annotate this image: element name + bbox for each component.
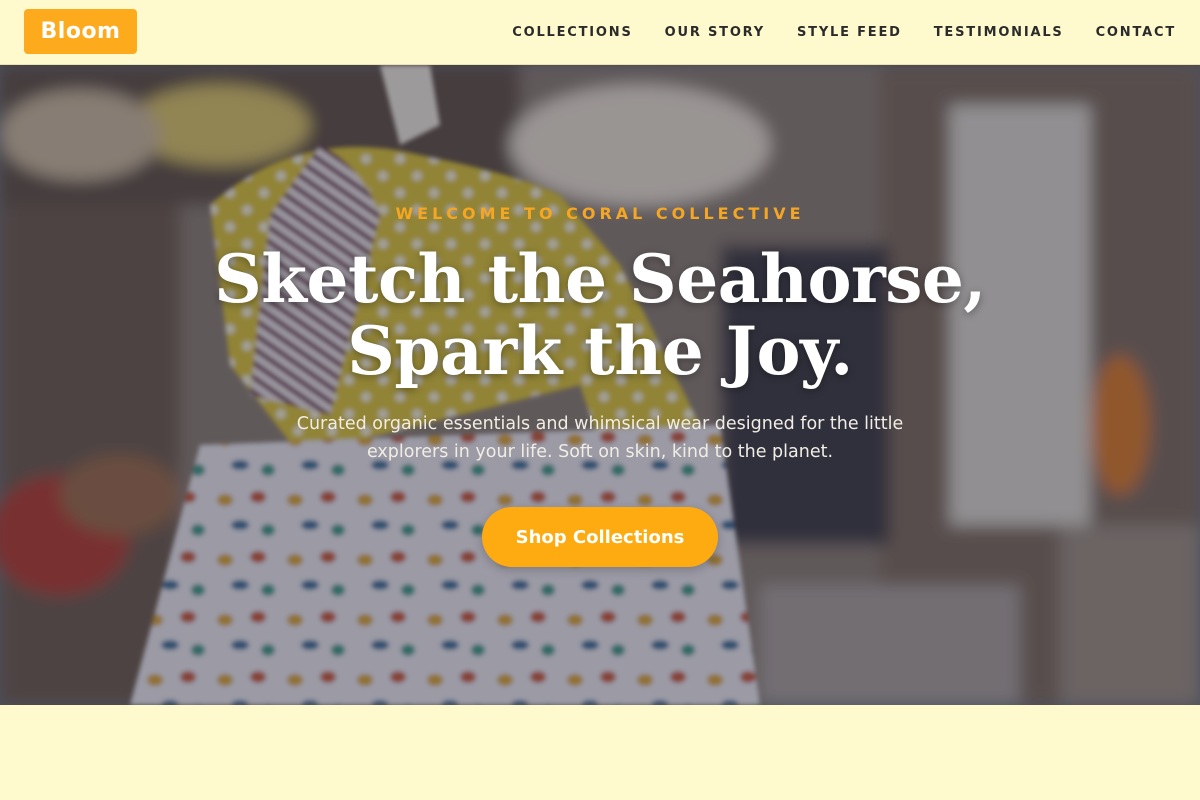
below-hero-section — [0, 705, 1200, 800]
hero-subtext-line2: explorers in your life. Soft on skin, ki… — [366, 442, 834, 462]
nav-item-testimonials[interactable]: TESTIMONIALS — [934, 25, 1064, 40]
hero-headline-line2: Spark the Joy. — [347, 312, 853, 390]
nav-item-collections[interactable]: COLLECTIONS — [512, 25, 632, 40]
hero-eyebrow: WELCOME TO CORAL COLLECTIVE — [395, 204, 805, 223]
hero-headline-line1: Sketch the Seahorse, — [214, 240, 986, 318]
hero-section: WELCOME TO CORAL COLLECTIVE Sketch the S… — [0, 65, 1200, 705]
main-nav: COLLECTIONS OUR STORY STYLE FEED TESTIMO… — [512, 0, 1176, 65]
nav-item-our-story[interactable]: OUR STORY — [665, 25, 765, 40]
nav-item-contact[interactable]: CONTACT — [1096, 25, 1176, 40]
shop-collections-button[interactable]: Shop Collections — [482, 507, 718, 567]
brand-logo[interactable]: Bloom — [24, 9, 137, 54]
hero-subtext: Curated organic essentials and whimsical… — [280, 410, 920, 466]
hero-headline: Sketch the Seahorse, Spark the Joy. — [0, 243, 1200, 387]
site-header: Bloom COLLECTIONS OUR STORY STYLE FEED T… — [0, 0, 1200, 65]
nav-item-style-feed[interactable]: STYLE FEED — [797, 25, 902, 40]
hero-subtext-line1: Curated organic essentials and whimsical… — [296, 414, 904, 434]
